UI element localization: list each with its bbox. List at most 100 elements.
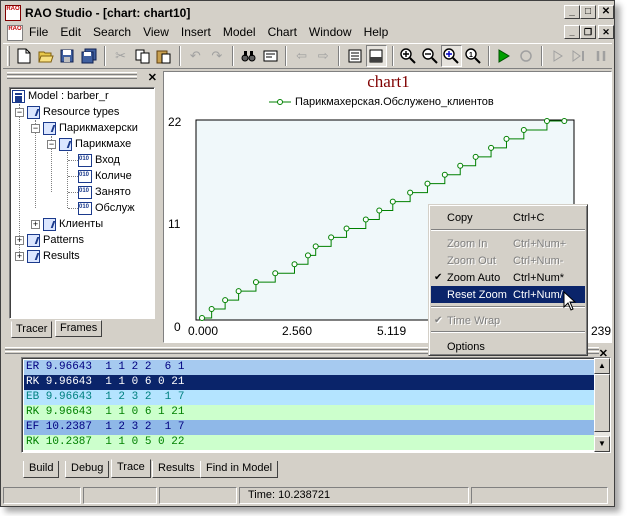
zoom-in-icon[interactable] bbox=[398, 45, 419, 67]
menu-insert[interactable]: Insert bbox=[175, 24, 217, 41]
tree-item-param[interactable]: Количе bbox=[78, 168, 132, 184]
menu-item-zoom-in[interactable]: Zoom In Ctrl+Num+ bbox=[431, 235, 585, 252]
menu-item-time-wrap[interactable]: ✔ Time Wrap bbox=[431, 312, 585, 329]
expand-icon[interactable]: + bbox=[31, 219, 40, 229]
tab-debug[interactable]: Debug bbox=[65, 461, 110, 478]
menu-window[interactable]: Window bbox=[303, 24, 358, 41]
doc-close-button[interactable]: ✕ bbox=[598, 25, 614, 39]
menu-item-label: Zoom Out bbox=[447, 254, 496, 267]
data-point bbox=[312, 243, 319, 250]
trace-row[interactable]: EF 10.2387 1 2 3 2 1 7 bbox=[24, 420, 598, 435]
save-icon[interactable] bbox=[57, 45, 78, 67]
tab-tracer[interactable]: Tracer bbox=[11, 321, 53, 338]
collapse-icon[interactable]: − bbox=[47, 139, 56, 149]
scroll-up-icon[interactable]: ▲ bbox=[594, 358, 610, 374]
menu-chart[interactable]: Chart bbox=[262, 24, 303, 41]
run-icon[interactable] bbox=[494, 45, 515, 67]
redo-icon[interactable]: ↷ bbox=[207, 45, 228, 67]
expand-icon[interactable]: + bbox=[15, 235, 24, 245]
open-icon[interactable] bbox=[36, 45, 57, 67]
tree-item-param[interactable]: Занято bbox=[78, 184, 131, 200]
data-point bbox=[543, 118, 550, 124]
expand-icon[interactable]: + bbox=[15, 251, 24, 261]
y-tick-label: 0 bbox=[174, 320, 181, 334]
panel-grip[interactable] bbox=[7, 72, 137, 75]
collapse-icon[interactable]: − bbox=[31, 123, 40, 133]
tab-find-in-model[interactable]: Find in Model bbox=[200, 461, 279, 478]
trace-row[interactable]: ER 9.96643 1 1 2 2 6 1 bbox=[24, 360, 598, 375]
x-tick-label: 0.000 bbox=[188, 324, 219, 338]
menu-item-zoom-auto[interactable]: ✔ Zoom Auto Ctrl+Num* bbox=[431, 269, 585, 286]
replace-icon[interactable] bbox=[260, 45, 281, 67]
menu-item-shortcut: Ctrl+Num* bbox=[513, 271, 565, 284]
close-button[interactable]: ✕ bbox=[598, 5, 614, 19]
copy-icon[interactable] bbox=[132, 45, 153, 67]
vertical-scrollbar[interactable]: ▲ ▼ bbox=[594, 358, 610, 452]
menu-item-label: Zoom Auto bbox=[447, 271, 501, 284]
tab-build[interactable]: Build bbox=[23, 461, 60, 478]
menu-item-zoom-out[interactable]: Zoom Out Ctrl+Num- bbox=[431, 252, 585, 269]
output-toggle-icon[interactable] bbox=[366, 45, 387, 67]
doc-minimize-button[interactable]: _ bbox=[564, 25, 580, 39]
collapse-icon[interactable]: − bbox=[15, 107, 24, 117]
pause-icon[interactable] bbox=[590, 45, 611, 67]
panel-close-icon[interactable]: ✕ bbox=[148, 71, 157, 84]
save-all-icon[interactable] bbox=[79, 45, 100, 67]
status-pane bbox=[3, 487, 81, 504]
menu-item-copy[interactable]: Copy Ctrl+C bbox=[431, 209, 585, 226]
step-icon[interactable] bbox=[569, 45, 590, 67]
menu-separator bbox=[431, 331, 585, 333]
tree-item-results[interactable]: + Results bbox=[15, 248, 80, 264]
tree-item-barbershop[interactable]: − Парикмахерски bbox=[31, 120, 138, 136]
new-icon[interactable] bbox=[14, 45, 35, 67]
tree-item-param[interactable]: Вход bbox=[78, 152, 120, 168]
doc-restore-button[interactable]: ❐ bbox=[580, 25, 596, 39]
cut-icon[interactable]: ✂ bbox=[110, 45, 131, 67]
scroll-thumb[interactable] bbox=[594, 374, 610, 432]
undo-icon[interactable]: ↶ bbox=[185, 45, 206, 67]
workspace-toggle-icon[interactable] bbox=[344, 45, 365, 67]
trace-row[interactable]: RK 10.2387 1 1 0 5 0 22 bbox=[24, 435, 598, 450]
minimize-button[interactable]: _ bbox=[564, 5, 580, 19]
app-icon[interactable]: RAO bbox=[5, 4, 21, 21]
zoom-reset-icon[interactable]: 1 bbox=[463, 45, 484, 67]
scroll-down-icon[interactable]: ▼ bbox=[594, 436, 610, 452]
menu-file[interactable]: File bbox=[23, 24, 54, 41]
forward-icon[interactable]: ⇨ bbox=[313, 45, 334, 67]
document-icon[interactable]: RAO bbox=[7, 24, 23, 41]
menu-edit[interactable]: Edit bbox=[54, 24, 87, 41]
tree-item-barber[interactable]: − Парикмахе bbox=[47, 136, 131, 152]
find-icon[interactable] bbox=[238, 45, 259, 67]
tree-item-clients[interactable]: + Клиенты bbox=[31, 216, 103, 232]
menu-help[interactable]: Help bbox=[358, 24, 395, 41]
tree-item-param[interactable]: Обслуж bbox=[78, 200, 135, 216]
paste-icon[interactable] bbox=[153, 45, 174, 67]
tab-results[interactable]: Results bbox=[152, 461, 201, 478]
tab-frames[interactable]: Frames bbox=[55, 320, 103, 337]
trace-list[interactable]: ER 9.96643 1 1 2 2 6 1 RK 9.96643 1 1 0 … bbox=[21, 357, 611, 453]
menu-item-shortcut: Ctrl+Num+ bbox=[513, 237, 567, 250]
tree-item-resource-types[interactable]: − Resource types bbox=[15, 104, 119, 120]
trace-row[interactable]: EB 9.96643 1 2 3 2 1 7 bbox=[24, 390, 598, 405]
panel-grip[interactable] bbox=[7, 76, 137, 79]
trace-row[interactable]: RK 9.96643 1 1 0 6 1 21 bbox=[24, 405, 598, 420]
tree-item-model[interactable]: Model : barber_r bbox=[12, 88, 109, 104]
zoom-out-icon[interactable] bbox=[419, 45, 440, 67]
title-bar[interactable]: RAO RAO Studio - [chart: chart10] _ □ ✕ bbox=[3, 3, 614, 22]
stop-icon[interactable] bbox=[516, 45, 537, 67]
run-fast-icon[interactable] bbox=[547, 45, 568, 67]
toolbar-grip[interactable] bbox=[7, 46, 10, 66]
menu-item-reset-zoom[interactable]: Reset Zoom Ctrl+Num/ bbox=[431, 286, 585, 303]
back-icon[interactable]: ⇦ bbox=[291, 45, 312, 67]
menu-search[interactable]: Search bbox=[87, 24, 137, 41]
toolbar-separator bbox=[232, 46, 235, 66]
menu-model[interactable]: Model bbox=[217, 24, 262, 41]
tab-trace[interactable]: Trace bbox=[111, 459, 151, 478]
zoom-auto-icon[interactable] bbox=[440, 45, 462, 67]
trace-row[interactable]: RK 9.96643 1 1 0 6 0 21 bbox=[24, 375, 598, 390]
parameter-icon bbox=[78, 185, 92, 199]
tree-item-patterns[interactable]: + Patterns bbox=[15, 232, 84, 248]
menu-item-options[interactable]: Options bbox=[431, 338, 585, 355]
menu-view[interactable]: View bbox=[137, 24, 175, 41]
maximize-button[interactable]: □ bbox=[580, 5, 596, 19]
